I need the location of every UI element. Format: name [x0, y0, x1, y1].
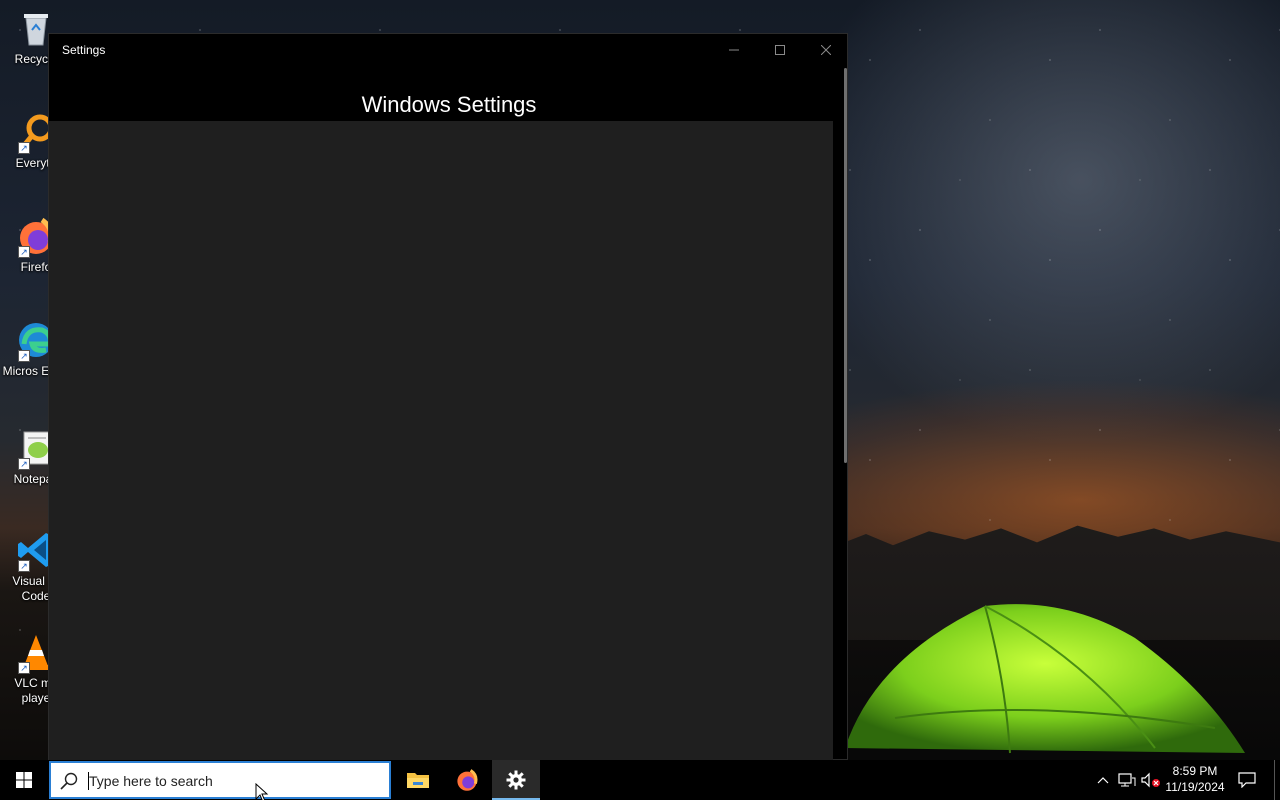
settings-content-pane [49, 121, 833, 761]
search-icon [60, 772, 78, 790]
maximize-icon [775, 45, 785, 55]
firefox-icon [457, 769, 478, 791]
shortcut-arrow-icon: ↗ [18, 350, 30, 362]
shortcut-arrow-icon: ↗ [18, 560, 30, 572]
page-title: Windows Settings [361, 92, 537, 117]
windows-logo-icon [16, 772, 32, 788]
action-center-button[interactable] [1234, 760, 1260, 800]
clock-time: 8:59 PM [1172, 764, 1218, 778]
notification-icon [1238, 772, 1256, 788]
taskbar-clock[interactable]: 8:59 PM 11/19/2024 [1158, 763, 1232, 795]
taskbar-file-explorer[interactable] [394, 760, 442, 800]
minimize-icon [729, 49, 739, 51]
close-button[interactable] [803, 34, 849, 66]
shortcut-arrow-icon: ↗ [18, 246, 30, 258]
desktop-icon-label: Firefo [20, 260, 52, 274]
close-icon [821, 45, 831, 55]
wallpaper-tent [845, 604, 1245, 754]
shortcut-arrow-icon: ↗ [18, 662, 30, 674]
show-desktop-button[interactable] [1274, 760, 1275, 800]
taskbar: Type here to search 8:59 PM 11/19/2024 [0, 760, 1280, 800]
taskbar-search-box[interactable]: Type here to search [49, 761, 391, 800]
taskbar-firefox[interactable] [443, 760, 491, 800]
chevron-up-icon [1097, 777, 1109, 784]
minimize-button[interactable] [711, 34, 757, 66]
search-input[interactable]: Type here to search [89, 773, 213, 789]
window-scrollbar[interactable] [844, 68, 847, 463]
settings-window[interactable]: Settings Windows Settings [48, 33, 848, 761]
mouse-pointer-icon [255, 783, 269, 800]
taskbar-settings[interactable] [492, 760, 540, 800]
network-icon [1118, 773, 1136, 787]
shortcut-arrow-icon: ↗ [18, 458, 30, 470]
start-button[interactable] [0, 760, 48, 800]
window-titlebar[interactable]: Settings [49, 34, 847, 66]
shortcut-arrow-icon: ↗ [18, 142, 30, 154]
settings-gear-icon [506, 770, 526, 790]
clock-date: 11/19/2024 [1165, 780, 1225, 794]
window-title: Settings [62, 43, 106, 57]
maximize-button[interactable] [757, 34, 803, 66]
file-explorer-icon [407, 773, 429, 788]
show-hidden-icons-button[interactable] [1091, 760, 1115, 800]
network-status-button[interactable] [1115, 760, 1139, 800]
